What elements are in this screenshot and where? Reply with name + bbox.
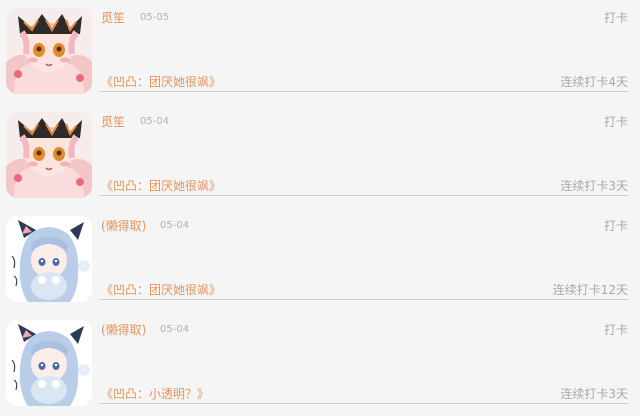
checkin-list: 觅笙 05-05 打卡 《凹凸：团厌她很飒》 连续打卡4天 觅笙 05-04 打… — [0, 0, 640, 411]
avatar[interactable] — [6, 216, 92, 302]
divider — [99, 195, 628, 196]
anime-girl-blue-hair-cat-ears-avatar-icon — [6, 216, 92, 302]
streak-text: 连续打卡4天 — [560, 75, 628, 89]
post-date: 05-04 — [160, 220, 190, 231]
divider — [99, 403, 628, 404]
avatar[interactable] — [6, 8, 92, 94]
streak-text: 连续打卡12天 — [552, 283, 628, 297]
divider — [99, 299, 628, 300]
anime-girl-blue-hair-cat-ears-avatar-icon — [6, 320, 92, 406]
work-title-link[interactable]: 《凹凸：小透明？》 — [101, 386, 209, 402]
checkin-label: 打卡 — [603, 323, 628, 337]
list-item[interactable]: (懒得取) 05-04 打卡 《凹凸：小透明？》 连续打卡3天 — [0, 312, 640, 416]
post-date: 05-04 — [160, 324, 190, 335]
post-date: 05-04 — [140, 116, 170, 127]
checkin-label: 打卡 — [603, 115, 628, 129]
checkin-label: 打卡 — [603, 219, 628, 233]
streak-text: 连续打卡3天 — [560, 387, 628, 401]
username[interactable]: (懒得取) — [101, 218, 146, 234]
divider — [99, 91, 628, 92]
checkin-label: 打卡 — [603, 11, 628, 25]
work-title-link[interactable]: 《凹凸：团厌她很飒》 — [101, 74, 221, 90]
post-date: 05-05 — [140, 12, 170, 23]
username[interactable]: (懒得取) — [101, 322, 146, 338]
list-item[interactable]: (懒得取) 05-04 打卡 《凹凸：团厌她很飒》 连续打卡12天 — [0, 208, 640, 312]
username[interactable]: 觅笙 — [101, 10, 125, 26]
avatar[interactable] — [6, 320, 92, 406]
list-item[interactable]: 觅笙 05-05 打卡 《凹凸：团厌她很飒》 连续打卡4天 — [0, 0, 640, 104]
work-title-link[interactable]: 《凹凸：团厌她很飒》 — [101, 178, 221, 194]
anime-girl-pink-hair-avatar-icon — [6, 112, 92, 198]
streak-text: 连续打卡3天 — [560, 179, 628, 193]
work-title-link[interactable]: 《凹凸：团厌她很飒》 — [101, 282, 221, 298]
anime-girl-pink-hair-avatar-icon — [6, 8, 92, 94]
list-item[interactable]: 觅笙 05-04 打卡 《凹凸：团厌她很飒》 连续打卡3天 — [0, 104, 640, 208]
avatar[interactable] — [6, 112, 92, 198]
username[interactable]: 觅笙 — [101, 114, 125, 130]
